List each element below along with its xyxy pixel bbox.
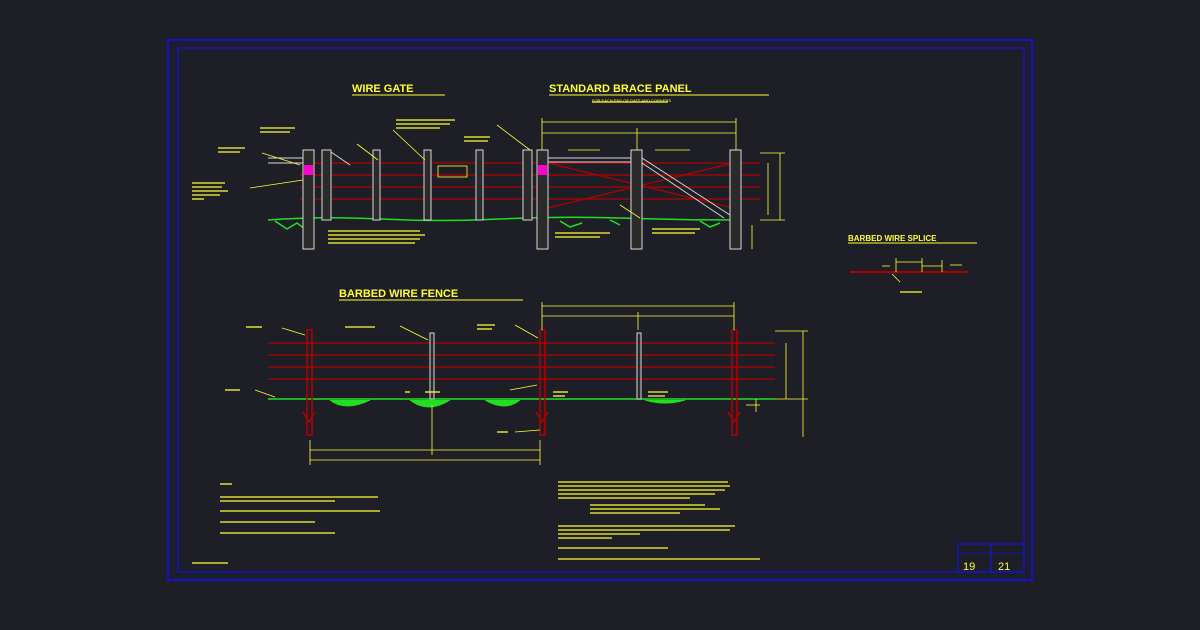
brace-panel-title: STANDARD BRACE PANEL FOR EACH END OF GAT… <box>549 83 769 103</box>
steel-posts <box>302 329 741 436</box>
gate-note-text-lines <box>192 101 700 244</box>
ground-line-top <box>267 216 741 222</box>
wire-gate-title: WIRE GATE <box>352 83 445 96</box>
svg-text:STANDARD BRACE PANEL: STANDARD BRACE PANEL <box>549 83 692 95</box>
splice-detail <box>850 258 968 293</box>
svg-text:BARBED WIRE SPLICE: BARBED WIRE SPLICE <box>848 234 937 243</box>
outer-border <box>167 39 1033 581</box>
sheet-number: 19 <box>963 561 975 573</box>
cad-drawing-sheet: 19 21 WIRE GATE STANDARD BRACE PANEL FOR… <box>167 39 1033 581</box>
splice-title: BARBED WIRE SPLICE <box>848 234 977 244</box>
ground-hatch-top <box>274 219 721 230</box>
barbed-fence-title: BARBED WIRE FENCE <box>339 288 523 301</box>
sheet-number-box: 19 21 <box>957 543 1025 573</box>
gate-braces <box>268 151 731 219</box>
gate-notes <box>249 124 690 219</box>
svg-text:WIRE GATE: WIRE GATE <box>352 83 414 95</box>
fence-wires <box>268 342 775 380</box>
ground-hatch-fence <box>329 399 686 408</box>
total-sheets: 21 <box>998 561 1010 573</box>
notes-right <box>558 481 760 560</box>
fence-dimensions <box>309 302 808 465</box>
svg-text:BARBED WIRE FENCE: BARBED WIRE FENCE <box>339 288 458 300</box>
notes-left <box>192 483 380 564</box>
